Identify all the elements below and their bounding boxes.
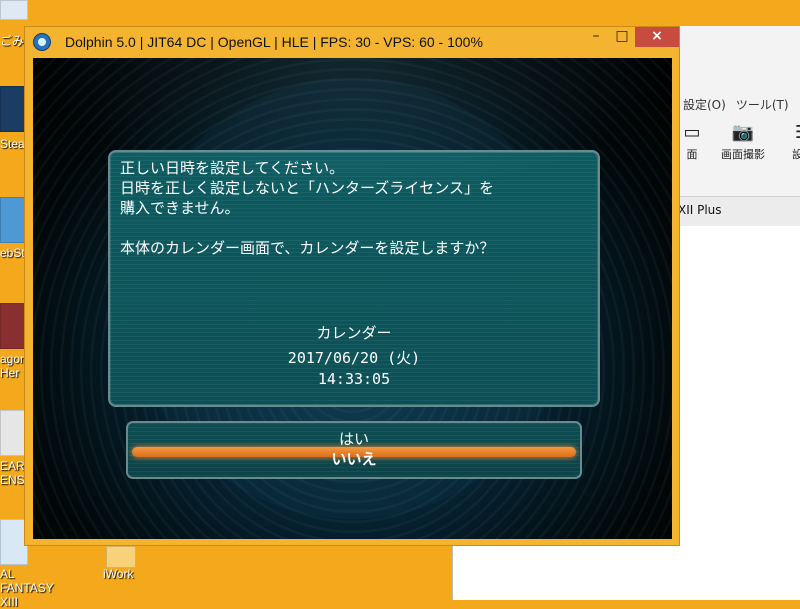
window-title: Dolphin 5.0 | JIT64 DC | OpenGL | HLE | … xyxy=(65,34,483,50)
dialog-message: 正しい日時を設定してください。 日時を正しく設定しないと「ハンターズライセンス」… xyxy=(120,159,495,257)
sliders-icon: ☰ xyxy=(785,120,800,146)
dolphin-window: Dolphin 5.0 | JIT64 DC | OpenGL | HLE | … xyxy=(24,26,680,546)
desktop-icon-label: Stea xyxy=(0,137,24,151)
settings-label: 設定 xyxy=(792,148,800,161)
desktop-icon-label: AL FANTASY XIII xyxy=(0,567,54,609)
calendar-label: カレンダー xyxy=(316,324,392,342)
background-app-menu: 設定(O) ツール(T) xyxy=(683,96,789,113)
camera-icon: 📷 xyxy=(731,122,755,143)
game-viewport[interactable]: 正しい日時を設定してください。 日時を正しく設定しないと「ハンターズライセンス」… xyxy=(33,58,672,539)
monitor-icon: ▭ xyxy=(683,122,701,143)
choice-no[interactable]: いいえ xyxy=(128,448,580,469)
desktop-icon-label: EAR ENS xyxy=(0,459,24,487)
menu-tools[interactable]: ツール(T) xyxy=(736,96,789,113)
capture-label: 画面撮影 xyxy=(721,148,765,161)
iwork-icon xyxy=(106,546,136,568)
recycle-bin-icon xyxy=(0,0,28,20)
desktop-icon-label: iWork xyxy=(103,567,134,581)
desktop-icon-label: agon Her xyxy=(0,352,24,380)
background-app-list-text: XII Plus xyxy=(678,203,722,217)
background-app-toolbar: ▭ 面 📷 画面撮影 ☰ 設定 xyxy=(683,120,800,162)
settings-button[interactable]: ☰ 設定 xyxy=(785,120,800,162)
toolbar-partial-label: 面 xyxy=(686,148,698,161)
choice-panel: はい いいえ xyxy=(126,421,582,479)
title-bar[interactable]: Dolphin 5.0 | JIT64 DC | OpenGL | HLE | … xyxy=(25,27,679,57)
choice-yes[interactable]: はい xyxy=(128,428,580,449)
maximize-button[interactable]: □ xyxy=(609,27,635,47)
desktop-icon-label: ごみ xyxy=(0,34,24,48)
close-button[interactable]: × xyxy=(635,27,679,47)
dolphin-icon xyxy=(33,33,51,51)
game-dialog-panel: 正しい日時を設定してください。 日時を正しく設定しないと「ハンターズライセンス」… xyxy=(108,150,600,407)
menu-settings[interactable]: 設定(O) xyxy=(683,96,726,113)
calendar-date: 2017/06/20 (火) xyxy=(287,349,421,367)
toolbar-partial-button[interactable]: ▭ 面 xyxy=(683,120,701,162)
minimize-button[interactable]: – xyxy=(583,27,609,47)
calendar-time: 14:33:05 xyxy=(317,370,391,388)
window-controls: – □ × xyxy=(583,27,679,47)
desktop-icon-label: ebSt xyxy=(0,246,24,260)
capture-button[interactable]: 📷 画面撮影 xyxy=(713,120,773,162)
